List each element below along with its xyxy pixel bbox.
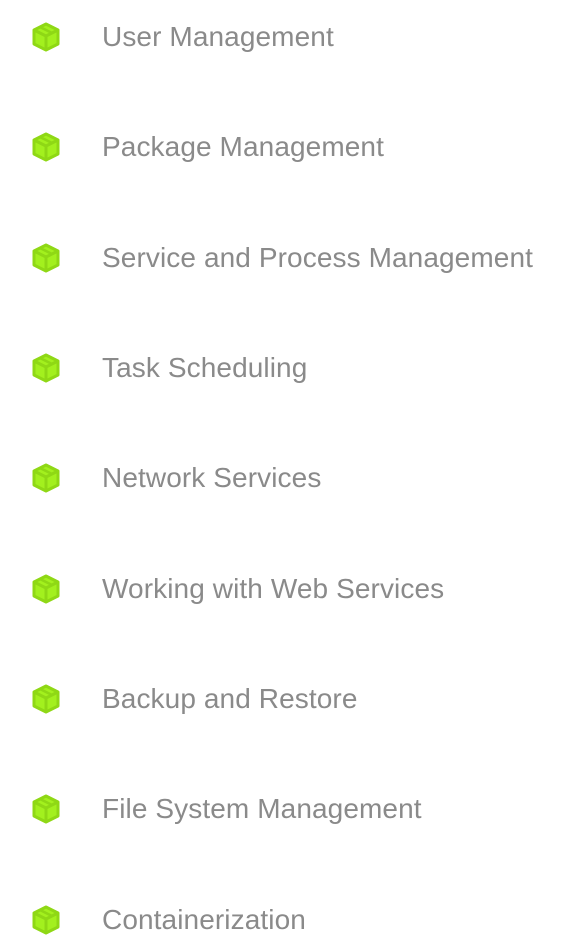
cube-icon bbox=[29, 351, 63, 385]
topic-label: Containerization bbox=[102, 904, 306, 935]
topic-item-containerization[interactable]: Containerization bbox=[0, 900, 563, 940]
topic-item-backup-and-restore[interactable]: Backup and Restore bbox=[0, 679, 563, 719]
topic-list: User Management Package Management Servi… bbox=[0, 0, 563, 951]
cube-icon bbox=[29, 572, 63, 606]
topic-label: Package Management bbox=[102, 131, 384, 162]
topic-label: Task Scheduling bbox=[102, 352, 308, 383]
topic-item-service-and-process-management[interactable]: Service and Process Management bbox=[0, 238, 563, 278]
topic-item-working-with-web-services[interactable]: Working with Web Services bbox=[0, 569, 563, 609]
cube-icon bbox=[29, 241, 63, 275]
cube-icon bbox=[29, 130, 63, 164]
topic-label: File System Management bbox=[102, 793, 422, 824]
cube-icon bbox=[29, 461, 63, 495]
cube-icon bbox=[29, 20, 63, 54]
topic-label: User Management bbox=[102, 21, 334, 52]
cube-icon bbox=[29, 792, 63, 826]
topic-item-package-management[interactable]: Package Management bbox=[0, 127, 563, 167]
topic-label: Service and Process Management bbox=[102, 242, 533, 273]
topic-label: Working with Web Services bbox=[102, 573, 445, 604]
topic-item-file-system-management[interactable]: File System Management bbox=[0, 789, 563, 829]
topic-item-user-management[interactable]: User Management bbox=[0, 17, 563, 57]
cube-icon bbox=[29, 682, 63, 716]
topic-item-network-services[interactable]: Network Services bbox=[0, 458, 563, 498]
topic-label: Backup and Restore bbox=[102, 683, 358, 714]
cube-icon bbox=[29, 903, 63, 937]
topic-label: Network Services bbox=[102, 462, 322, 493]
topic-item-task-scheduling[interactable]: Task Scheduling bbox=[0, 348, 563, 388]
